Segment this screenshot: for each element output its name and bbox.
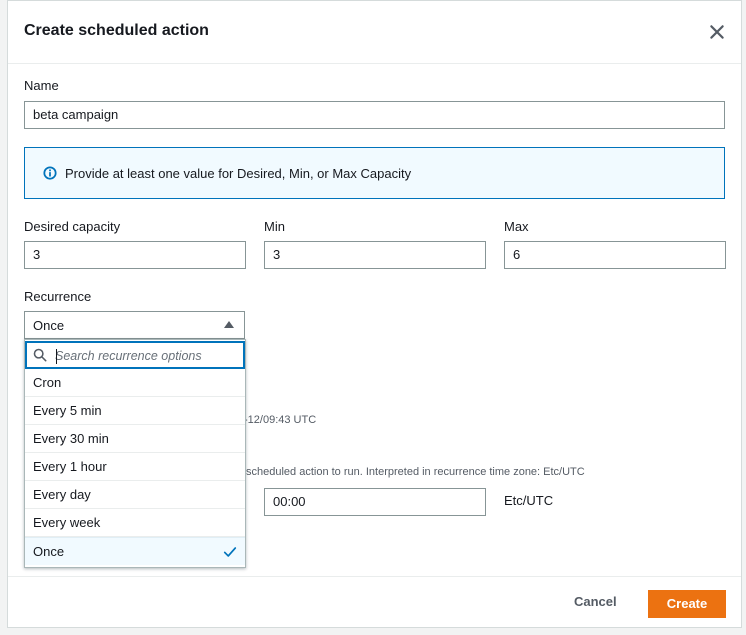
recurrence-select[interactable]: Once — [24, 311, 245, 339]
recurrence-option-every-30-min[interactable]: Every 30 min — [25, 425, 245, 453]
info-text: Provide at least one value for Desired, … — [65, 166, 412, 181]
min-input[interactable]: 3 — [264, 241, 486, 269]
start-time-hint: scheduled action to run. Interpreted in … — [246, 466, 585, 478]
search-icon — [33, 348, 47, 362]
timezone-label: Etc/UTC — [504, 493, 554, 508]
dialog-header: Create scheduled action — [8, 1, 741, 64]
recurrence-option-every-1-hour[interactable]: Every 1 hour — [25, 453, 245, 481]
recurrence-label: Recurrence — [24, 289, 92, 304]
info-icon — [43, 166, 57, 180]
recurrence-option-every-day[interactable]: Every day — [25, 481, 245, 509]
dialog-footer: Cancel Create — [8, 576, 741, 627]
create-button[interactable]: Create — [648, 590, 726, 618]
recurrence-selected-value: Once — [33, 318, 65, 333]
recurrence-option-once-label: Once — [33, 544, 65, 559]
recurrence-option-every-week[interactable]: Every week — [25, 509, 245, 537]
timestamp-hint: -12/09:43 UTC — [244, 414, 317, 426]
max-label: Max — [504, 219, 529, 234]
desired-capacity-label: Desired capacity — [24, 219, 121, 234]
close-icon[interactable] — [708, 23, 726, 41]
min-label: Min — [264, 219, 285, 234]
name-label: Name — [24, 78, 59, 93]
start-time-input[interactable]: 00:00 — [264, 488, 486, 516]
recurrence-dropdown: Cron Every 5 min Every 30 min Every 1 ho… — [24, 339, 246, 568]
recurrence-option-cron[interactable]: Cron — [25, 369, 245, 397]
recurrence-search[interactable] — [25, 341, 245, 369]
caret-up-icon — [224, 321, 234, 328]
text-cursor — [56, 349, 57, 364]
scheduled-action-dialog: Create scheduled action Name beta campai… — [7, 0, 742, 628]
max-input[interactable]: 6 — [504, 241, 726, 269]
check-icon — [223, 547, 237, 557]
desired-capacity-input[interactable]: 3 — [24, 241, 246, 269]
name-input[interactable]: beta campaign — [24, 101, 725, 129]
info-alert: Provide at least one value for Desired, … — [24, 147, 725, 199]
recurrence-option-every-5-min[interactable]: Every 5 min — [25, 397, 245, 425]
dialog-title: Create scheduled action — [24, 22, 209, 39]
cancel-button[interactable]: Cancel — [574, 594, 617, 609]
recurrence-search-input[interactable] — [55, 347, 235, 365]
recurrence-option-once[interactable]: Once — [25, 537, 245, 565]
